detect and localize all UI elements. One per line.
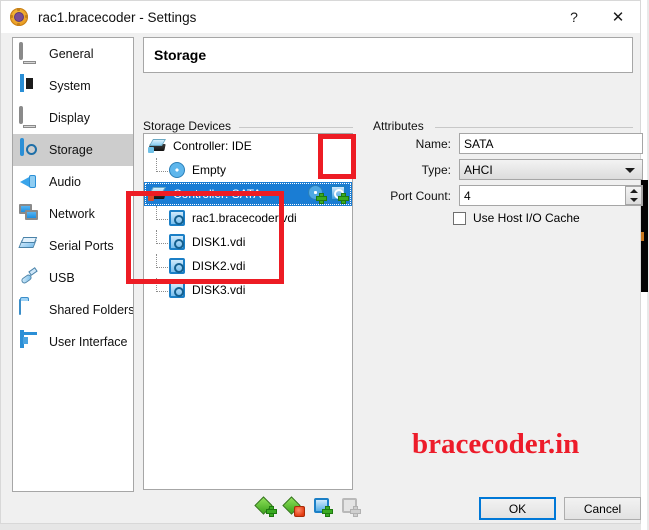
sidebar-item-label: General — [49, 47, 94, 61]
sidebar-item-general[interactable]: General — [13, 38, 133, 70]
hard-disk-icon — [169, 258, 185, 274]
name-row: Name: SATA — [377, 133, 643, 154]
tree-item-empty[interactable]: Empty — [144, 158, 352, 182]
sidebar-item-storage[interactable]: Storage — [13, 134, 133, 166]
dialog-body: General System Display Storage Audio Net… — [1, 33, 643, 523]
chip-icon — [19, 73, 40, 97]
tree-item-label: Controller: SATA — [173, 187, 262, 201]
cd-empty-icon — [169, 162, 185, 178]
port-count-spinner[interactable] — [625, 186, 642, 205]
speaker-icon — [19, 172, 40, 193]
virtualbox-icon — [10, 8, 28, 26]
sidebar-item-serial-ports[interactable]: Serial Ports — [13, 230, 133, 262]
sata-controller-icon — [148, 186, 167, 202]
close-icon[interactable]: ✕ — [596, 1, 640, 33]
storage-devices-tree[interactable]: Controller: IDE Empty Controller: SATA r… — [143, 133, 353, 490]
sidebar-item-label: USB — [49, 271, 75, 285]
sidebar-item-display[interactable]: Display — [13, 102, 133, 134]
remove-controller-icon[interactable] — [282, 496, 306, 518]
type-row: Type: AHCI — [377, 159, 643, 180]
ok-button[interactable]: OK — [479, 497, 556, 520]
type-select-value: AHCI — [464, 162, 493, 177]
help-button[interactable]: ? — [552, 1, 596, 33]
cancel-button[interactable]: Cancel — [564, 497, 641, 520]
storage-devices-group: Storage Devices — [143, 119, 353, 133]
tree-item-label: Controller: IDE — [173, 139, 252, 153]
sidebar-item-label: Audio — [49, 175, 81, 189]
name-label: Name: — [415, 136, 451, 151]
sidebar-item-label: Display — [49, 111, 90, 125]
tree-item-disk1-vdi[interactable]: DISK1.vdi — [144, 230, 352, 254]
add-hard-disk-icon[interactable] — [330, 185, 349, 204]
tree-item-rac1-bracecoder-vdi[interactable]: rac1.bracecoder.vdi — [144, 206, 352, 230]
serial-port-icon — [19, 236, 40, 257]
display-icon — [19, 105, 40, 129]
sidebar-item-label: System — [49, 79, 91, 93]
hard-disk-icon — [169, 234, 185, 250]
port-count-label: Port Count: — [390, 188, 451, 203]
sidebar-item-label: Network — [49, 207, 95, 221]
attributes-group-title: Attributes — [373, 119, 428, 133]
remove-attachment-icon — [340, 496, 362, 518]
spinner-up-icon[interactable] — [629, 189, 638, 194]
type-select[interactable]: AHCI — [459, 159, 643, 180]
settings-dialog: rac1.bracecoder - Settings ? ✕ General S… — [0, 0, 643, 524]
port-count-stepper[interactable]: 4 — [459, 185, 643, 206]
tree-item-label: DISK2.vdi — [192, 259, 246, 273]
sidebar-item-label: Shared Folders — [49, 303, 134, 317]
add-attachment-icon[interactable] — [312, 496, 334, 518]
tree-item-label: DISK3.vdi — [192, 283, 246, 297]
monitor-icon — [19, 41, 40, 65]
sidebar-item-usb[interactable]: USB — [13, 262, 133, 294]
pane-header: Storage — [143, 37, 633, 73]
title-bar: rac1.bracecoder - Settings ? ✕ — [1, 1, 640, 33]
titlebar-buttons: ? ✕ — [552, 1, 640, 33]
sidebar-item-shared-folders[interactable]: Shared Folders — [13, 294, 133, 326]
dialog-buttons: OK Cancel — [479, 497, 641, 520]
host-io-cache-checkbox[interactable] — [453, 211, 466, 225]
folder-icon — [19, 298, 40, 321]
sidebar-item-network[interactable]: Network — [13, 198, 133, 230]
window-icon — [19, 329, 40, 353]
tree-item-disk2-vdi[interactable]: DISK2.vdi — [144, 254, 352, 278]
name-field[interactable]: SATA — [459, 133, 643, 154]
tree-item-disk3-vdi[interactable]: DISK3.vdi — [144, 278, 352, 302]
sidebar-item-label: Serial Ports — [49, 239, 114, 253]
host-io-cache-row[interactable]: Use Host I/O Cache — [453, 211, 580, 225]
sidebar-item-label: User Interface — [49, 335, 128, 349]
background-window-accent — [641, 232, 644, 241]
spinner-down-icon[interactable] — [629, 197, 638, 202]
port-count-field[interactable]: 4 — [459, 185, 643, 206]
add-optical-drive-icon[interactable] — [308, 185, 327, 204]
settings-category-list[interactable]: General System Display Storage Audio Net… — [12, 37, 134, 492]
window-title: rac1.bracecoder - Settings — [38, 9, 197, 25]
storage-devices-group-title: Storage Devices — [143, 119, 236, 133]
disk-icon — [19, 137, 40, 161]
tree-item-label: Empty — [192, 163, 227, 177]
window-bottom-edge — [0, 524, 641, 530]
ide-controller-icon — [148, 138, 167, 154]
hard-disk-icon — [169, 210, 185, 226]
tree-item-label: rac1.bracecoder.vdi — [192, 211, 297, 225]
sidebar-item-audio[interactable]: Audio — [13, 166, 133, 198]
add-controller-icon[interactable] — [254, 496, 278, 518]
sidebar-item-user-interface[interactable]: User Interface — [13, 326, 133, 358]
watermark-text: bracecoder.in — [412, 428, 580, 460]
sidebar-item-label: Storage — [49, 143, 93, 157]
tree-item-controller-sata[interactable]: Controller: SATA — [144, 182, 352, 206]
host-io-cache-label: Use Host I/O Cache — [473, 211, 580, 225]
page-title: Storage — [154, 47, 207, 63]
usb-icon — [19, 268, 40, 289]
storage-tree-toolbar — [254, 496, 362, 518]
network-icon — [19, 204, 40, 225]
hard-disk-icon — [169, 282, 185, 298]
chevron-down-icon — [625, 168, 635, 173]
attributes-group: Attributes — [373, 119, 633, 133]
tree-row-actions — [308, 185, 349, 204]
tree-item-label: DISK1.vdi — [192, 235, 246, 249]
port-count-row: Port Count: 4 — [377, 185, 643, 206]
type-label: Type: — [421, 162, 451, 177]
tree-item-controller-ide[interactable]: Controller: IDE — [144, 134, 352, 158]
sidebar-item-system[interactable]: System — [13, 70, 133, 102]
